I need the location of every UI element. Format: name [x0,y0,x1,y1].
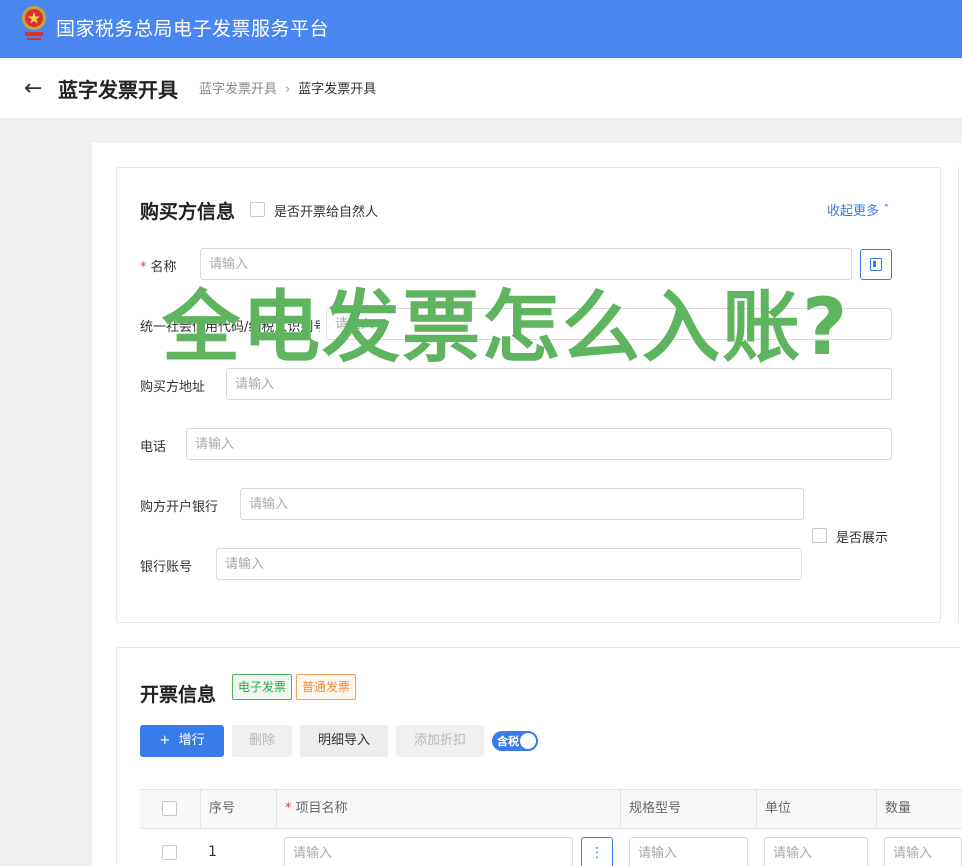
required-mark: * [140,260,147,275]
col-index: 序号 [200,790,276,828]
plus-icon: + [159,733,171,748]
add-row-button[interactable]: + 增行 [140,725,224,757]
table-row: 1 ⋮ [140,829,962,866]
electronic-invoice-tag: 电子发票 [232,674,293,700]
app-title: 国家税务总局电子发票服务平台 [56,18,330,40]
natural-person-label: 是否开票给自然人 [274,205,379,220]
collapse-more-label: 收起更多 [827,204,880,219]
address-label: 购买方地址 [140,380,206,395]
page-title: 蓝字发票开具 [58,78,178,102]
toggle-knob [520,733,536,749]
tax-included-label: 含税 [497,735,519,748]
select-buyer-button[interactable] [860,249,892,280]
delete-button[interactable]: 删除 [232,725,292,757]
item-name-input[interactable] [284,837,573,866]
document-icon [870,258,882,271]
col-unit: 单位 [756,790,876,828]
back-arrow-icon[interactable]: ← [24,76,42,101]
breadcrumb-link[interactable]: 蓝字发票开具 [199,82,277,97]
show-bank-label: 是否展示 [836,531,889,546]
tax-included-toggle[interactable]: 含税 [492,731,538,751]
page-header: ← 蓝字发票开具 蓝字发票开具 › 蓝字发票开具 [0,58,962,118]
col-quantity: 数量 [876,790,962,828]
required-mark: * [285,801,292,816]
show-bank-checkbox[interactable] [812,528,827,543]
quantity-input[interactable] [884,837,962,866]
natural-person-checkbox[interactable] [250,202,265,217]
items-table-header: 序号 * 项目名称 规格型号 单位 数量 [140,789,962,829]
row-index: 1 [208,844,217,860]
row-checkbox[interactable] [162,845,177,860]
phone-label: 电话 [140,440,167,455]
phone-input[interactable] [186,428,892,460]
side-panel-edge [958,167,962,623]
select-all-checkbox[interactable] [162,801,177,816]
import-details-button[interactable]: 明细导入 [300,725,388,757]
add-discount-button[interactable]: 添加折扣 [396,725,484,757]
col-spec: 规格型号 [620,790,756,828]
breadcrumb-current: 蓝字发票开具 [298,82,377,97]
normal-invoice-tag: 普通发票 [296,674,357,700]
breadcrumb-separator-icon: › [285,82,291,97]
spec-input[interactable] [629,837,748,866]
bank-label: 购方开户银行 [140,500,219,515]
more-options-icon[interactable]: ⋮ [581,837,613,866]
account-input[interactable] [216,548,802,580]
add-row-label: 增行 [178,733,205,748]
bank-input[interactable] [240,488,804,520]
tax-emblem-icon [22,6,46,40]
chevron-up-icon: ˆ [883,204,890,219]
top-bar: 国家税务总局电子发票服务平台 [0,0,962,58]
collapse-more-link[interactable]: 收起更多 ˆ [827,200,890,219]
breadcrumb: 蓝字发票开具 › 蓝字发票开具 [199,78,376,97]
account-label: 银行账号 [140,560,193,575]
overlay-caption: 全电发票怎么入账? [162,283,850,373]
col-item-name: * 项目名称 [276,790,620,828]
name-input[interactable] [200,248,852,280]
unit-input[interactable] [764,837,868,866]
buyer-section-title: 购买方信息 [140,201,236,223]
name-label: * 名称 [140,260,177,275]
invoice-section-title: 开票信息 [140,684,217,706]
